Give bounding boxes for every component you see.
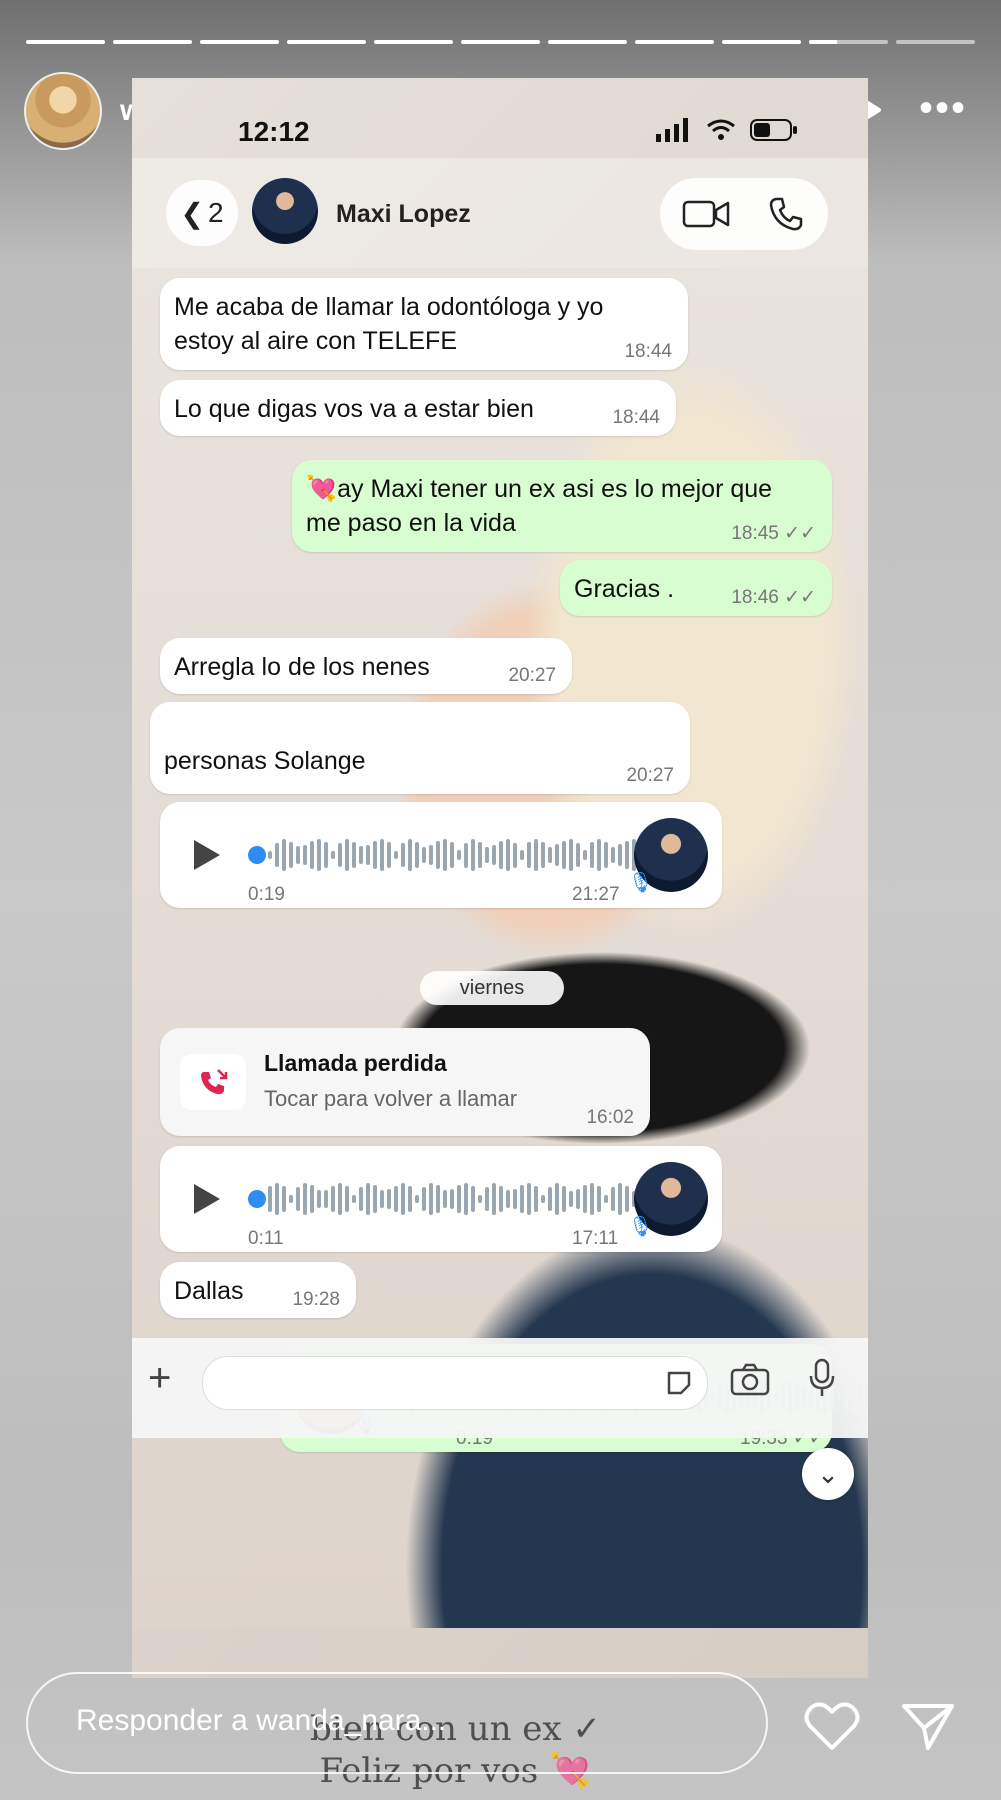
message-bubble[interactable]: Gracias . 18:46 ✓✓ [560,560,832,616]
missed-call-icon [201,1069,228,1095]
video-call-icon[interactable] [682,198,730,230]
camera-icon[interactable] [730,1362,770,1396]
message-text: personas Solange [164,747,366,775]
voice-message[interactable]: 0:11 17:11 🎙 [160,1146,722,1252]
voice-message[interactable]: 0:19 21:27 🎙 [160,802,722,908]
story-progress-segment [26,40,105,44]
microphone-icon[interactable] [808,1358,836,1398]
message-bubble[interactable]: 💘ay Maxi tener un ex asi es lo mejor que… [292,460,832,552]
mic-icon: 🎙 [628,872,654,894]
story-reply-input[interactable]: Responder a wanda_nara... [26,1672,768,1774]
message-time: 18:44 [612,407,660,428]
message-time: 17:11 [572,1228,619,1249]
message-time: 18:44 [624,341,672,362]
read-ticks-icon: ✓✓ [784,587,816,608]
story-progress-segment [461,40,540,44]
message-time: 16:02 [586,1107,634,1128]
message-text: Me acaba de llamar la odontóloga y yo es… [174,293,604,355]
heart-icon[interactable] [804,1700,860,1752]
message-time: 20:27 [626,765,674,786]
message-input[interactable] [202,1356,708,1410]
status-clock: 12:12 [238,116,310,147]
read-ticks-icon: ✓✓ [784,523,816,544]
voice-duration: 0:11 [248,1228,284,1249]
play-icon[interactable] [194,840,220,870]
story-progress-segment [635,40,714,44]
story-progress-segment [374,40,453,44]
message-composer: + [132,1338,868,1438]
date-separator: viernes [420,971,564,1005]
message-text: Lo que digas vos va a estar bien [174,395,534,423]
message-time: 18:46 ✓✓ [731,588,816,608]
story-progress-segment [287,40,366,44]
message-bubble[interactable]: personas Solange 20:27 [150,702,690,794]
message-bubble[interactable]: Lo que digas vos va a estar bien 18:44 [160,380,676,436]
story-progress-segment [548,40,627,44]
send-icon[interactable] [900,1700,956,1752]
avatar[interactable] [24,72,102,150]
mic-icon: 🎙 [628,1216,654,1238]
message-bubble[interactable]: Arregla lo de los nenes 20:27 [160,638,572,694]
message-time-value: 18:46 [731,587,779,608]
status-bar: 12:12 [132,78,868,148]
message-bubble[interactable]: Me acaba de llamar la odontóloga y yo es… [160,278,688,370]
waveform[interactable] [268,838,671,872]
message-bubble[interactable]: Dallas 19:28 [160,1262,356,1318]
story-progress-segment [200,40,279,44]
voice-duration: 0:19 [248,884,285,905]
scroll-down-button[interactable]: ⌄ [802,1448,854,1500]
message-time: 20:27 [508,665,556,686]
contact-name[interactable]: Maxi Lopez [336,200,471,229]
phone-call-icon[interactable] [768,196,804,232]
story-progress-segment [896,40,975,44]
missed-call-title: Llamada perdida [264,1050,447,1076]
playhead[interactable] [248,1190,266,1208]
chevron-down-icon: ⌄ [817,1459,839,1489]
missed-call-subtitle: Tocar para volver a llamar [264,1086,518,1111]
wifi-icon [707,119,735,140]
story-progress-segment [722,40,801,44]
call-actions [660,178,828,250]
battery-icon [750,119,797,141]
chat-screenshot: 12:12 ❮ 2 Maxi Lopez Me acaba de llamar … [132,78,868,1678]
back-count: 2 [207,197,224,228]
message-time: 21:27 [572,884,620,905]
story-progress-segment [809,40,888,44]
story-progress-segment [113,40,192,44]
message-text: 💘ay Maxi tener un ex asi es lo mejor que… [306,475,773,537]
message-time: 18:45 ✓✓ [731,524,816,544]
plus-icon[interactable]: + [148,1358,171,1398]
chevron-left-icon: ❮ [180,197,204,229]
missed-call-bubble[interactable]: Llamada perdida Tocar para volver a llam… [160,1028,650,1136]
back-button[interactable]: ❮ 2 [166,180,238,246]
more-options-icon[interactable]: ••• [919,88,967,128]
missed-call-icon-box [180,1054,246,1110]
message-time-value: 18:45 [731,523,779,544]
waveform[interactable] [268,1182,671,1216]
signal-icon [656,118,688,142]
reply-placeholder: Responder a wanda_nara... [76,1704,447,1737]
obscured-line [164,714,676,744]
message-text: Arregla lo de los nenes [174,653,430,681]
sticker-icon[interactable] [665,1369,693,1397]
playhead[interactable] [248,846,266,864]
story-progress [26,40,975,44]
contact-avatar[interactable] [252,178,318,244]
message-time: 19:28 [292,1289,340,1310]
play-icon[interactable] [194,1184,220,1214]
